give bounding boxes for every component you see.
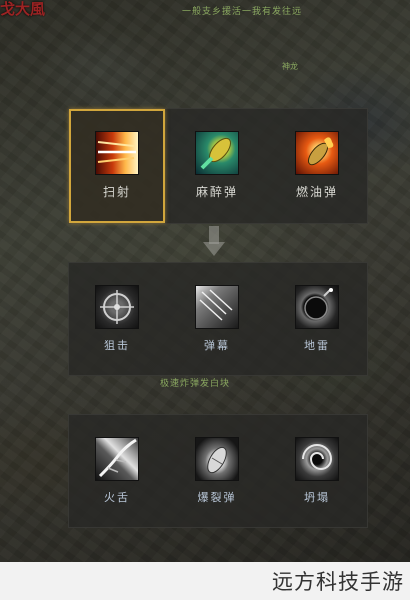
fire-tongue-icon <box>95 437 139 481</box>
skill-collapse[interactable]: 坍塌 <box>269 415 365 527</box>
watermark-text: 远方科技手游 <box>272 570 404 594</box>
skill-tier-2: 狙击 弹幕 地雷 <box>68 262 368 376</box>
skill-barrage[interactable]: 弹幕 <box>169 263 265 375</box>
skill-label: 弹幕 <box>204 339 230 352</box>
skill-tranquilizer-round[interactable]: 麻醉弹 <box>169 109 265 223</box>
skill-incendiary-round[interactable]: 燃油弹 <box>269 109 365 223</box>
tranquilizer-round-icon <box>195 131 239 175</box>
game-title-text: 戈大風 <box>0 0 46 18</box>
mine-icon <box>295 285 339 329</box>
map-hint: 极速炸弹发白块 <box>160 379 231 389</box>
skill-sweep[interactable]: 扫射 <box>69 109 165 223</box>
barrage-icon <box>195 285 239 329</box>
skill-snipe[interactable]: 狙击 <box>69 263 165 375</box>
collapse-vortex-icon <box>295 437 339 481</box>
skill-fire-tongue[interactable]: 火舌 <box>69 415 165 527</box>
chat-message: 一般支乡援活一我有发往远 <box>182 7 303 17</box>
skill-explosive-round[interactable]: 爆裂弹 <box>169 415 265 527</box>
explosive-round-icon <box>195 437 239 481</box>
skill-tier-1: 扫射 麻醉弹 燃油弹 <box>68 108 368 224</box>
watermark-bar: 远方科技手游 <box>0 562 410 600</box>
skill-tier-3: 火舌 爆裂弹 坍塌 <box>68 414 368 528</box>
sweep-fire-icon <box>95 131 139 175</box>
crosshair-icon <box>95 285 139 329</box>
skill-label: 燃油弹 <box>295 185 338 199</box>
incendiary-round-icon <box>295 131 339 175</box>
skill-mine[interactable]: 地雷 <box>269 263 365 375</box>
tier-arrow-down-icon <box>203 226 225 258</box>
skill-label: 狙击 <box>104 339 130 352</box>
skill-label: 火舌 <box>104 491 130 504</box>
skill-label: 爆裂弹 <box>197 491 237 504</box>
skill-label: 麻醉弹 <box>195 185 238 199</box>
map-tag: 神龙 <box>282 62 298 71</box>
skill-label: 扫射 <box>102 185 131 199</box>
skill-label: 地雷 <box>304 339 330 352</box>
skill-label: 坍塌 <box>304 491 330 504</box>
